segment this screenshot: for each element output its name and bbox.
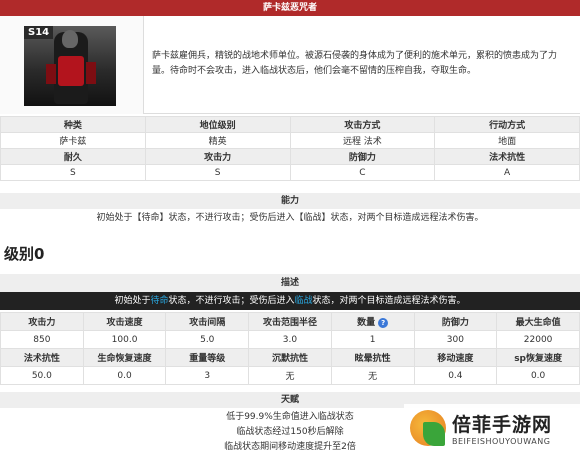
info-value-row-1: 萨卡兹 精英 远程 法术 地面 [0,132,580,149]
watermark-name: 倍菲手游网 [452,414,553,436]
stat-value: 50.0 [0,366,84,385]
info-header: 攻击方式 [289,116,436,133]
info-value: A [434,164,580,181]
stats-header-row-2: 法术抗性 生命恢复速度 重量等级 沉默抗性 眩晕抗性 移动速度 sp恢复速度 [0,348,580,367]
info-value: S [144,164,291,181]
stat-header: 眩晕抗性 [330,348,415,367]
stat-header: 移动速度 [413,348,498,367]
portrait-detail-right [86,62,96,84]
portrait-detail-left [46,64,56,84]
level-heading: 级别0 [4,245,45,263]
stat-value: 1 [330,330,415,349]
stat-header: 法术抗性 [0,348,84,367]
description-text: 初始处于 [114,296,151,306]
stat-value: 无 [330,366,415,385]
portrait-cell: S14 [0,16,144,114]
description-text: 状态，对两个目标造成远程法术伤害。 [312,296,466,306]
stat-value: 0.4 [413,366,498,385]
info-value: 远程 法术 [289,132,436,149]
info-header-row-1: 种类 地位级别 攻击方式 行动方式 [0,116,580,133]
info-table: 种类 地位级别 攻击方式 行动方式 萨卡兹 精英 远程 法术 地面 耐久 攻击力… [0,116,580,181]
stat-header: 攻击范围半径 [248,312,332,331]
info-value: 萨卡兹 [0,132,146,149]
info-header: 防御力 [289,148,436,165]
info-value: 地面 [434,132,580,149]
stat-value: 22000 [496,330,580,349]
keyword-combat[interactable]: 临战 [295,296,313,306]
enemy-description: 萨卡兹雇佣兵，精锐的战地术师单位。被源石侵袭的身体成为了便利的施术单元，累积的愤… [152,51,558,76]
portrait-head [62,30,78,48]
stat-value: 3.0 [248,330,332,349]
info-value: 精英 [144,132,291,149]
info-header: 地位级别 [144,116,291,133]
stat-header: 生命恢复速度 [82,348,167,367]
stat-value: 100.0 [82,330,167,349]
info-value: C [289,164,436,181]
stat-value: 850 [0,330,84,349]
page-title: 萨卡兹恶咒者 [0,0,580,16]
stat-value: 0.0 [82,366,167,385]
site-logo-icon [410,410,446,446]
description-bar: 初始处于待命状态，不进行攻击；受伤后进入临战状态，对两个目标造成远程法术伤害。 [0,292,580,310]
help-icon[interactable]: ? [378,317,389,328]
info-header: 法术抗性 [434,148,580,165]
info-header: 耐久 [0,148,146,165]
stat-value: 5.0 [165,330,250,349]
stat-header: 攻击间隔 [165,312,250,331]
info-value-row-2: S S C A [0,164,580,181]
stat-header: 沉默抗性 [248,348,332,367]
level-badge: S14 [24,26,54,39]
stat-header: sp恢复速度 [496,348,580,367]
keyword-standby[interactable]: 待命 [150,296,168,306]
site-watermark: 倍菲手游网 BEIFEISHOUYOUWANG [404,404,580,458]
leaf-icon [423,422,445,446]
stats-header-row-1: 攻击力 攻击速度 攻击间隔 攻击范围半径 数量? 防御力 最大生命值 [0,312,580,331]
description-text: 状态，不进行攻击；受伤后进入 [168,296,295,306]
stat-header-quantity: 数量? [330,312,415,331]
stat-header: 攻击力 [0,312,84,331]
stats-value-row-1: 850 100.0 5.0 3.0 1 300 22000 [0,330,580,349]
description-title: 描述 [0,274,580,292]
info-header: 行动方式 [434,116,580,133]
info-header: 攻击力 [144,148,291,165]
info-header-row-2: 耐久 攻击力 防御力 法术抗性 [0,148,580,165]
stats-table: 攻击力 攻击速度 攻击间隔 攻击范围半径 数量? 防御力 最大生命值 850 1… [0,312,580,385]
stat-value: 300 [413,330,498,349]
stat-value: 无 [248,366,332,385]
stat-header: 最大生命值 [496,312,580,331]
stat-value: 3 [165,366,250,385]
stats-value-row-2: 50.0 0.0 3 无 无 0.4 0.0 [0,366,580,385]
stat-header-label: 数量 [357,318,376,328]
watermark-subtitle: BEIFEISHOUYOUWANG [452,437,551,446]
stat-header: 防御力 [413,312,498,331]
stat-header: 重量等级 [165,348,250,367]
ability-text: 初始处于【待命】状态，不进行攻击；受伤后进入【临战】状态，对两个目标造成远程法术… [96,213,484,223]
stat-header: 攻击速度 [82,312,167,331]
portrait-detail-center [58,56,84,86]
stat-value: 0.0 [496,366,580,385]
info-header: 种类 [0,116,146,133]
ability-title: 能力 [0,193,580,209]
info-value: S [0,164,146,181]
profile-section: S14 萨卡兹雇佣兵，精锐的战地术师单位。被源石侵袭的身体成为了便利的施术单元，… [0,16,580,114]
